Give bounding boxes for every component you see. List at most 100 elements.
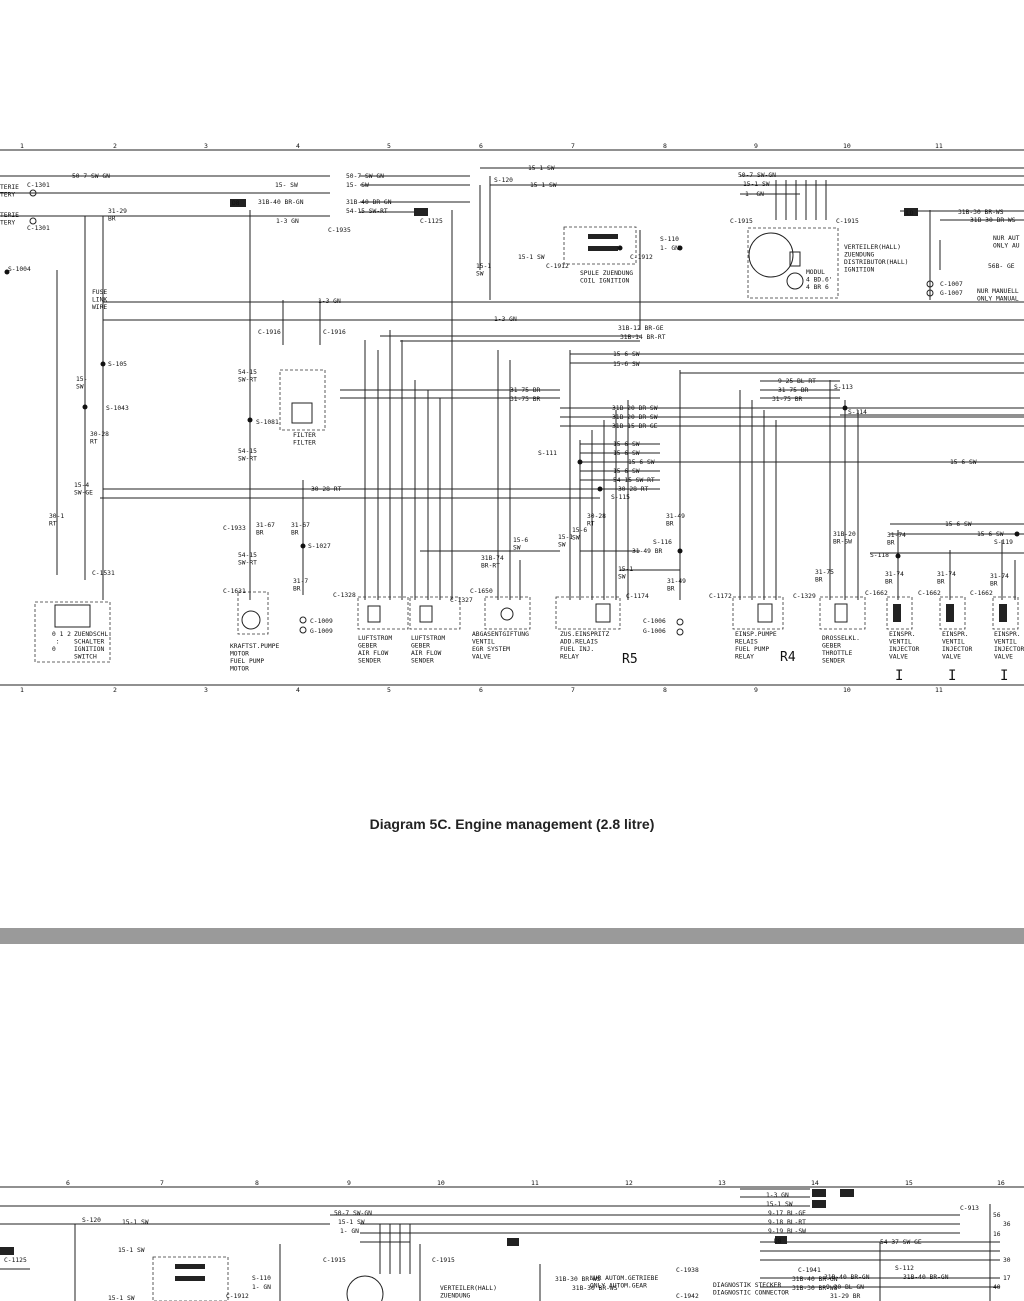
label-c1662a: C-1662 [865, 590, 888, 597]
page2-ruler-7: 7 [160, 1179, 164, 1187]
ruler-bottom-9: 9 [754, 686, 758, 694]
label-c1174: C-1174 [626, 593, 649, 600]
label-w151swb: 15-1 SW [530, 182, 557, 189]
label-c1007a: C-1007 [940, 281, 963, 288]
label-p2_diag: DIAGNOSTIK STECKER DIAGNOSTIC CONNECTOR [713, 1282, 789, 1297]
label-c1007b: G-1007 [940, 290, 963, 297]
label-c1650: C-1650 [470, 588, 493, 595]
label-w15swb: 15- SW [346, 182, 369, 189]
label-p2_151swd: 15-1 SW [766, 1201, 793, 1208]
ruler-top: 1 2 3 4 5 6 7 8 9 10 11 [20, 142, 943, 150]
label-luft2: LUFTSTROM GEBER AIR FLOW SENDER [411, 635, 445, 665]
label-c1125: C-1125 [420, 218, 443, 225]
page2-ruler-11: 11 [531, 1179, 539, 1187]
label-w156sw: 15-6 SW [613, 351, 640, 358]
label-p2_920: 9-20 BL-GN [826, 1284, 864, 1291]
label-ldd: LD [906, 210, 914, 217]
label-w31830: 31B-30 BR-WS [958, 209, 1004, 216]
ruler-bottom-6: 6 [479, 686, 483, 694]
label-s119: S-119 [994, 539, 1013, 546]
ruler-top-10: 10 [843, 142, 851, 150]
label-w925: 9-25 BL-RT [778, 378, 816, 385]
label-w31815: 31B-15 BR-GE [612, 423, 658, 430]
label-p2_151sw: 15-1 SW [118, 1247, 145, 1254]
label-w31830b: 31B-30 BR-WS [970, 217, 1016, 224]
label-p2_s110: S-110 [252, 1275, 271, 1282]
label-p2_c913: C-913 [960, 1205, 979, 1212]
label-w156swd: 15-6 SW [613, 450, 640, 457]
label-w156swi: 15-6 SW [977, 531, 1004, 538]
label-c1329: C-1329 [793, 593, 816, 600]
ignition-coil [563, 226, 637, 265]
label-w507c: 50-7 SW-GN [738, 172, 776, 179]
label-p2_1gn: 1- GN [340, 1228, 359, 1235]
label-d8: D8 [232, 200, 240, 207]
ruler-bottom-11: 11 [935, 686, 943, 694]
label-w31874: 31B-74 BR-RT [481, 555, 504, 570]
label-w5415b: 54-15 SW-RT [238, 369, 257, 384]
wiring-diagram-next-page: 6 7 8 9 10 11 12 13 14 15 16 15-1 SW S-120 15-1 SW 50… [0, 1179, 1024, 1301]
label-c1172: C-1172 [709, 593, 732, 600]
label-einsp: EINSP.PUMPE RELAIS FUEL PUMP RELAY [735, 631, 777, 661]
label-s115: S-115 [611, 494, 630, 501]
label-drossel: DROSSELKL. GEBER THROTTLE SENDER [822, 635, 860, 665]
label-w1gn: 1- GN [745, 191, 764, 198]
label-p2_c1125: C-1125 [4, 1257, 27, 1264]
label-p2_151swe: 15-1 SW [108, 1295, 135, 1301]
label-w3028b: 30-28 RT [618, 486, 649, 493]
label-battery2: TERIE TERY [0, 212, 19, 227]
label-battery1: TERIE TERY [0, 184, 19, 199]
label-w3167: 31-67 BR [256, 522, 275, 537]
label-spule: SPULE ZUENDUNG COIL IGNITION [580, 270, 633, 285]
label-w31814: 31B-14 BR-RT [620, 334, 666, 341]
label-s118: S-118 [870, 552, 889, 559]
ruler-top-2: 2 [113, 142, 117, 150]
label-c1006a: C-1006 [643, 618, 666, 625]
label-w5415e: 54-15 SW-RT [238, 552, 257, 567]
label-w31820b: 31B-20 BR-SW [612, 414, 658, 421]
label-c1662b: C-1662 [918, 590, 941, 597]
ruler-top-11: 11 [935, 142, 943, 150]
label-w3174: 31-74 BR [887, 532, 906, 547]
label-w31820c: 31B-20 BR-SW [833, 531, 856, 546]
label-w13gn: 1-3 GN [276, 218, 299, 225]
label-s110: S-110 [660, 236, 679, 243]
label-w317: 31-7 BR [293, 578, 308, 593]
label-w3174b: 31-74 BR [885, 571, 904, 586]
label-w31840: 31B-40 BR-GN [258, 199, 304, 206]
label-c1327: C-1327 [450, 597, 473, 604]
ruler-bottom: 1 2 3 4 5 6 7 8 9 10 11 [20, 686, 943, 694]
ruler-top-7: 7 [571, 142, 575, 150]
label-c1006b: G-1006 [643, 628, 666, 635]
page2-labels: 15-1 SW S-120 15-1 SW 50-7 SW-GN 15-1 SW 1- G… [4, 1192, 1011, 1301]
label-inj1: EINSPR. VENTIL INJECTOR VALVE [889, 631, 920, 661]
label-s1081: S-1081 [256, 419, 279, 426]
label-w15: 15-SW [76, 376, 87, 391]
label-w156swb: 15-6 SW [613, 361, 640, 368]
label-inj3: EINSPR. VENTIL INJECTOR VALVE [994, 631, 1024, 661]
label-w3174c: 31-74 BR [990, 573, 1009, 588]
label-w507: 50-7 SW-GN [72, 173, 110, 180]
label-r4: R4 [780, 650, 796, 665]
page2-ruler-15: 15 [905, 1179, 913, 1187]
ruler-top-3: 3 [204, 142, 208, 150]
label-w3175: 31-75 BR [510, 387, 541, 394]
fuel-filter [279, 369, 326, 431]
label-p2_nurAuto: NUR AUTOM.GETRIEBE ONLY AUTOM.GEAR [590, 1275, 658, 1290]
label-p2_917: 9-17 BL-GE [768, 1210, 806, 1217]
label-c1009b: G-1009 [310, 628, 333, 635]
label-p2_c1912: C-1912 [226, 1293, 249, 1300]
label-c1662c: C-1662 [970, 590, 993, 597]
label-c1009a: C-1009 [310, 618, 333, 625]
label-s113: S-113 [834, 384, 853, 391]
label-d8b: D8 [774, 1238, 782, 1245]
label-w13gnc: 1-3 GN [494, 316, 517, 323]
ruler-top-4: 4 [296, 142, 300, 150]
label-w151swc: 15-1 SW [743, 181, 770, 188]
diagram-page-1: 1 2 3 4 5 6 7 8 9 10 11 1 2 3 4 5 6 7 8 9 10 11 [0, 0, 1024, 928]
label-w3174c: 31-74 BR [937, 571, 956, 586]
ruler-top-1: 1 [20, 142, 24, 150]
label-w3028: 30-28 RT [90, 431, 109, 446]
page2-ruler-10: 10 [437, 1179, 445, 1187]
label-p2_verteiler: VERTEILER(HALL) ZUENDUNG [440, 1285, 497, 1300]
